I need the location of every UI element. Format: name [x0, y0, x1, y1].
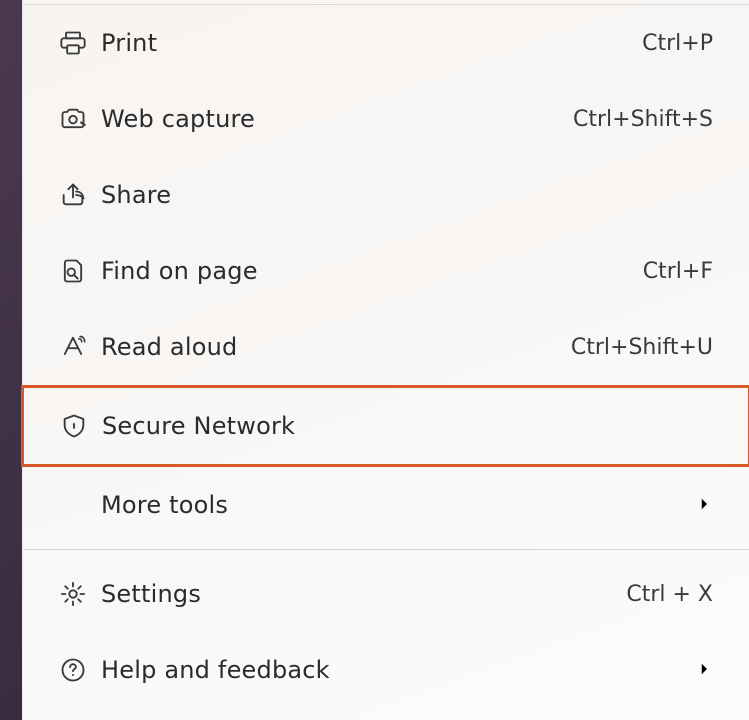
browser-overflow-menu: Print Ctrl+P Web capture Ctrl+Shift+S Sh… [22, 0, 749, 720]
menu-item-label: More tools [101, 491, 695, 519]
menu-item-secure-network[interactable]: Secure Network [24, 388, 748, 464]
menu-item-shortcut: Ctrl + X [626, 582, 713, 607]
menu-item-shortcut: Ctrl+F [643, 259, 713, 284]
menu-item-more-tools[interactable]: More tools [23, 467, 749, 543]
find-on-page-icon [59, 257, 101, 285]
menu-item-label: Web capture [101, 105, 573, 133]
menu-item-shortcut: Ctrl+P [642, 31, 713, 56]
menu-item-label: Read aloud [101, 333, 571, 361]
menu-item-shortcut: Ctrl+Shift+U [571, 335, 713, 360]
menu-item-print[interactable]: Print Ctrl+P [23, 5, 749, 81]
menu-item-find-on-page[interactable]: Find on page Ctrl+F [23, 233, 749, 309]
read-aloud-icon [59, 333, 101, 361]
printer-icon [59, 29, 101, 57]
menu-item-label: Print [101, 29, 642, 57]
menu-item-read-aloud[interactable]: Read aloud Ctrl+Shift+U [23, 309, 749, 385]
menu-item-shortcut: Ctrl+Shift+S [573, 107, 713, 132]
menu-item-web-capture[interactable]: Web capture Ctrl+Shift+S [23, 81, 749, 157]
camera-icon [59, 105, 101, 133]
chevron-right-icon [695, 656, 713, 684]
menu-item-label: Settings [101, 580, 626, 608]
help-icon [59, 656, 101, 684]
gear-icon [59, 580, 101, 608]
menu-item-help-and-feedback[interactable]: Help and feedback [23, 632, 749, 708]
menu-item-label: Find on page [101, 257, 643, 285]
menu-item-label: Secure Network [102, 412, 712, 440]
share-icon [59, 181, 101, 209]
highlight-secure-network: Secure Network [21, 385, 749, 467]
menu-item-settings[interactable]: Settings Ctrl + X [23, 556, 749, 632]
chevron-right-icon [695, 491, 713, 519]
menu-item-share[interactable]: Share [23, 157, 749, 233]
shield-icon [60, 412, 102, 440]
menu-item-label: Help and feedback [101, 656, 695, 684]
divider [23, 549, 749, 550]
menu-item-label: Share [101, 181, 713, 209]
